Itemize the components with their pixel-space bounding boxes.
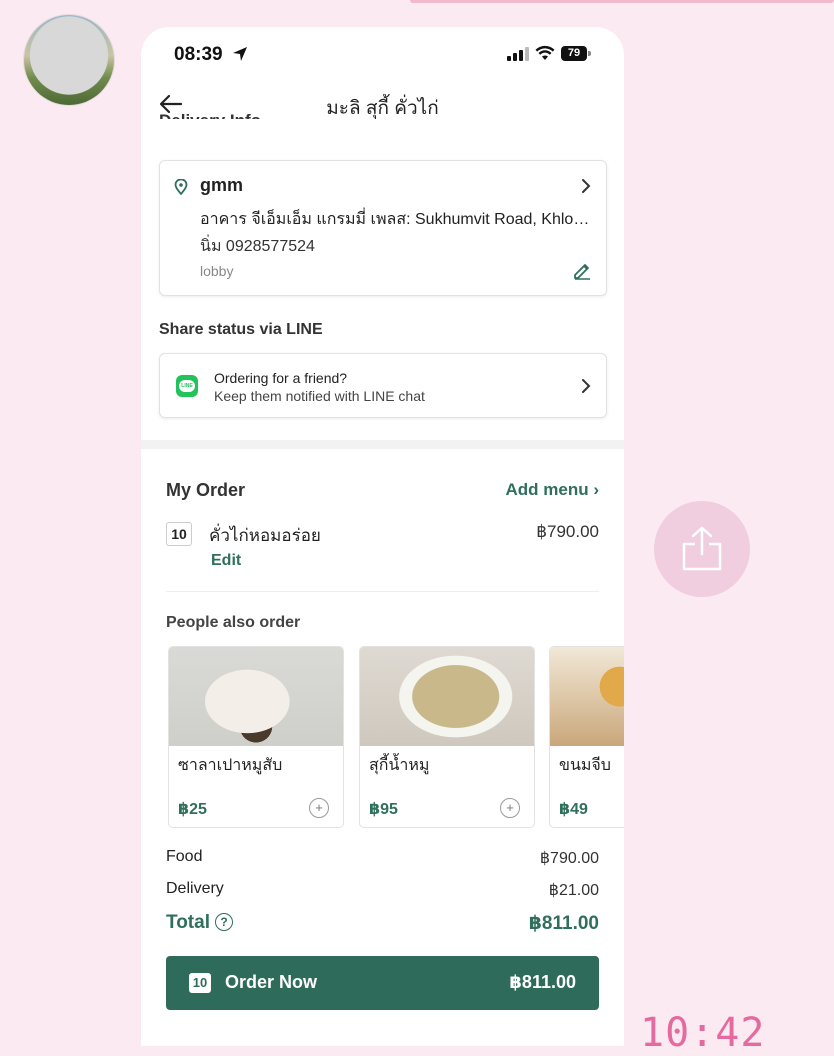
order-now-label: Order Now <box>225 972 318 992</box>
suggestion-price: ฿25 <box>178 801 207 818</box>
food-image <box>550 647 624 746</box>
line-app-icon: LINE <box>176 375 198 397</box>
suggestion-name: สุกี้น้ำหมู <box>369 757 430 774</box>
share-status-label: Share status via LINE <box>159 321 323 338</box>
item-name: คั่วไก่หอมอร่อย <box>209 526 321 545</box>
item-quantity: 10 <box>166 522 192 546</box>
add-menu-link[interactable]: Add menu › <box>505 480 599 500</box>
line-share-card[interactable]: LINE Ordering for a friend? Keep them no… <box>159 353 607 418</box>
total-row-label: Total? <box>166 912 233 934</box>
food-label: Food <box>166 848 203 865</box>
item-edit-link[interactable]: Edit <box>211 552 241 570</box>
overlay-clock: 10:42 <box>640 1010 766 1056</box>
cellular-signal-icon <box>507 47 529 61</box>
top-pink-strip <box>410 0 834 3</box>
suggestion-price: ฿95 <box>369 801 398 818</box>
delivery-note: lobby <box>200 263 234 279</box>
status-time: 08:39 <box>174 44 223 65</box>
order-quantity-badge: 10 <box>189 973 211 993</box>
profile-avatar[interactable] <box>24 15 114 105</box>
total-value: ฿811.00 <box>528 913 599 934</box>
section-divider <box>141 440 624 449</box>
location-pin-icon <box>174 179 188 195</box>
share-button[interactable] <box>654 501 750 597</box>
suggestion-name: ขนมจีบ <box>559 757 611 774</box>
suggestion-name: ซาลาเปาหมูสับ <box>178 757 283 774</box>
chevron-right-icon[interactable] <box>581 178 591 194</box>
food-image <box>360 647 534 746</box>
food-value: ฿790.00 <box>539 850 599 867</box>
order-now-amount: ฿811.00 <box>509 972 576 992</box>
people-also-order-title: People also order <box>166 614 301 631</box>
address-name: gmm <box>200 175 244 195</box>
delivery-info-heading: Delivery Info <box>159 107 261 119</box>
add-plus-icon[interactable]: + <box>500 798 520 818</box>
suggestion-tile[interactable]: สุกี้น้ำหมู ฿95 + <box>359 646 535 828</box>
add-menu-label: Add menu <box>505 480 589 499</box>
delivery-label: Delivery <box>166 880 224 897</box>
line-share-title: Ordering for a friend? <box>214 370 348 386</box>
delivery-address-card[interactable]: gmm อาคาร จีเอ็มเอ็ม แกรมมี่ เพลส: Sukhu… <box>159 160 607 296</box>
nav-bar: มะลิ สุกี้ คั่วไก่ <box>141 85 624 125</box>
status-bar: 08:39 79 <box>141 27 624 81</box>
help-icon[interactable]: ? <box>214 913 233 931</box>
suggestion-price: ฿49 <box>559 801 588 818</box>
address-line: อาคาร จีเอ็มเอ็ม แกรมมี่ เพลส: Sukhumvit… <box>200 211 594 228</box>
pencil-icon[interactable] <box>572 260 592 280</box>
share-icon <box>682 526 722 571</box>
wifi-icon <box>535 45 555 60</box>
item-price: ฿790.00 <box>536 522 599 541</box>
order-now-button[interactable]: 10 Order Now ฿811.00 <box>166 956 599 1010</box>
divider <box>166 591 599 592</box>
my-order-title: My Order <box>166 480 246 500</box>
chevron-right-icon: › <box>593 480 599 499</box>
line-share-subtitle: Keep them notified with LINE chat <box>214 388 425 404</box>
suggestion-tile[interactable]: ขนมจีบ ฿49 <box>549 646 624 828</box>
suggestion-tile[interactable]: ซาลาเปาหมูสับ ฿25 + <box>168 646 344 828</box>
food-image <box>169 647 343 746</box>
battery-level: 79 <box>561 46 587 61</box>
total-label: Total <box>166 912 210 933</box>
battery-icon: 79 <box>561 46 592 61</box>
contact-phone: นิ่ม 0928577524 <box>200 238 315 255</box>
delivery-value: ฿21.00 <box>548 882 599 899</box>
phone-screen: 08:39 79 มะลิ สุกี้ คั่วไก่ Delivery Inf… <box>141 27 624 1046</box>
location-arrow-icon <box>233 47 247 61</box>
chevron-right-icon[interactable] <box>581 378 591 394</box>
add-plus-icon[interactable]: + <box>309 798 329 818</box>
